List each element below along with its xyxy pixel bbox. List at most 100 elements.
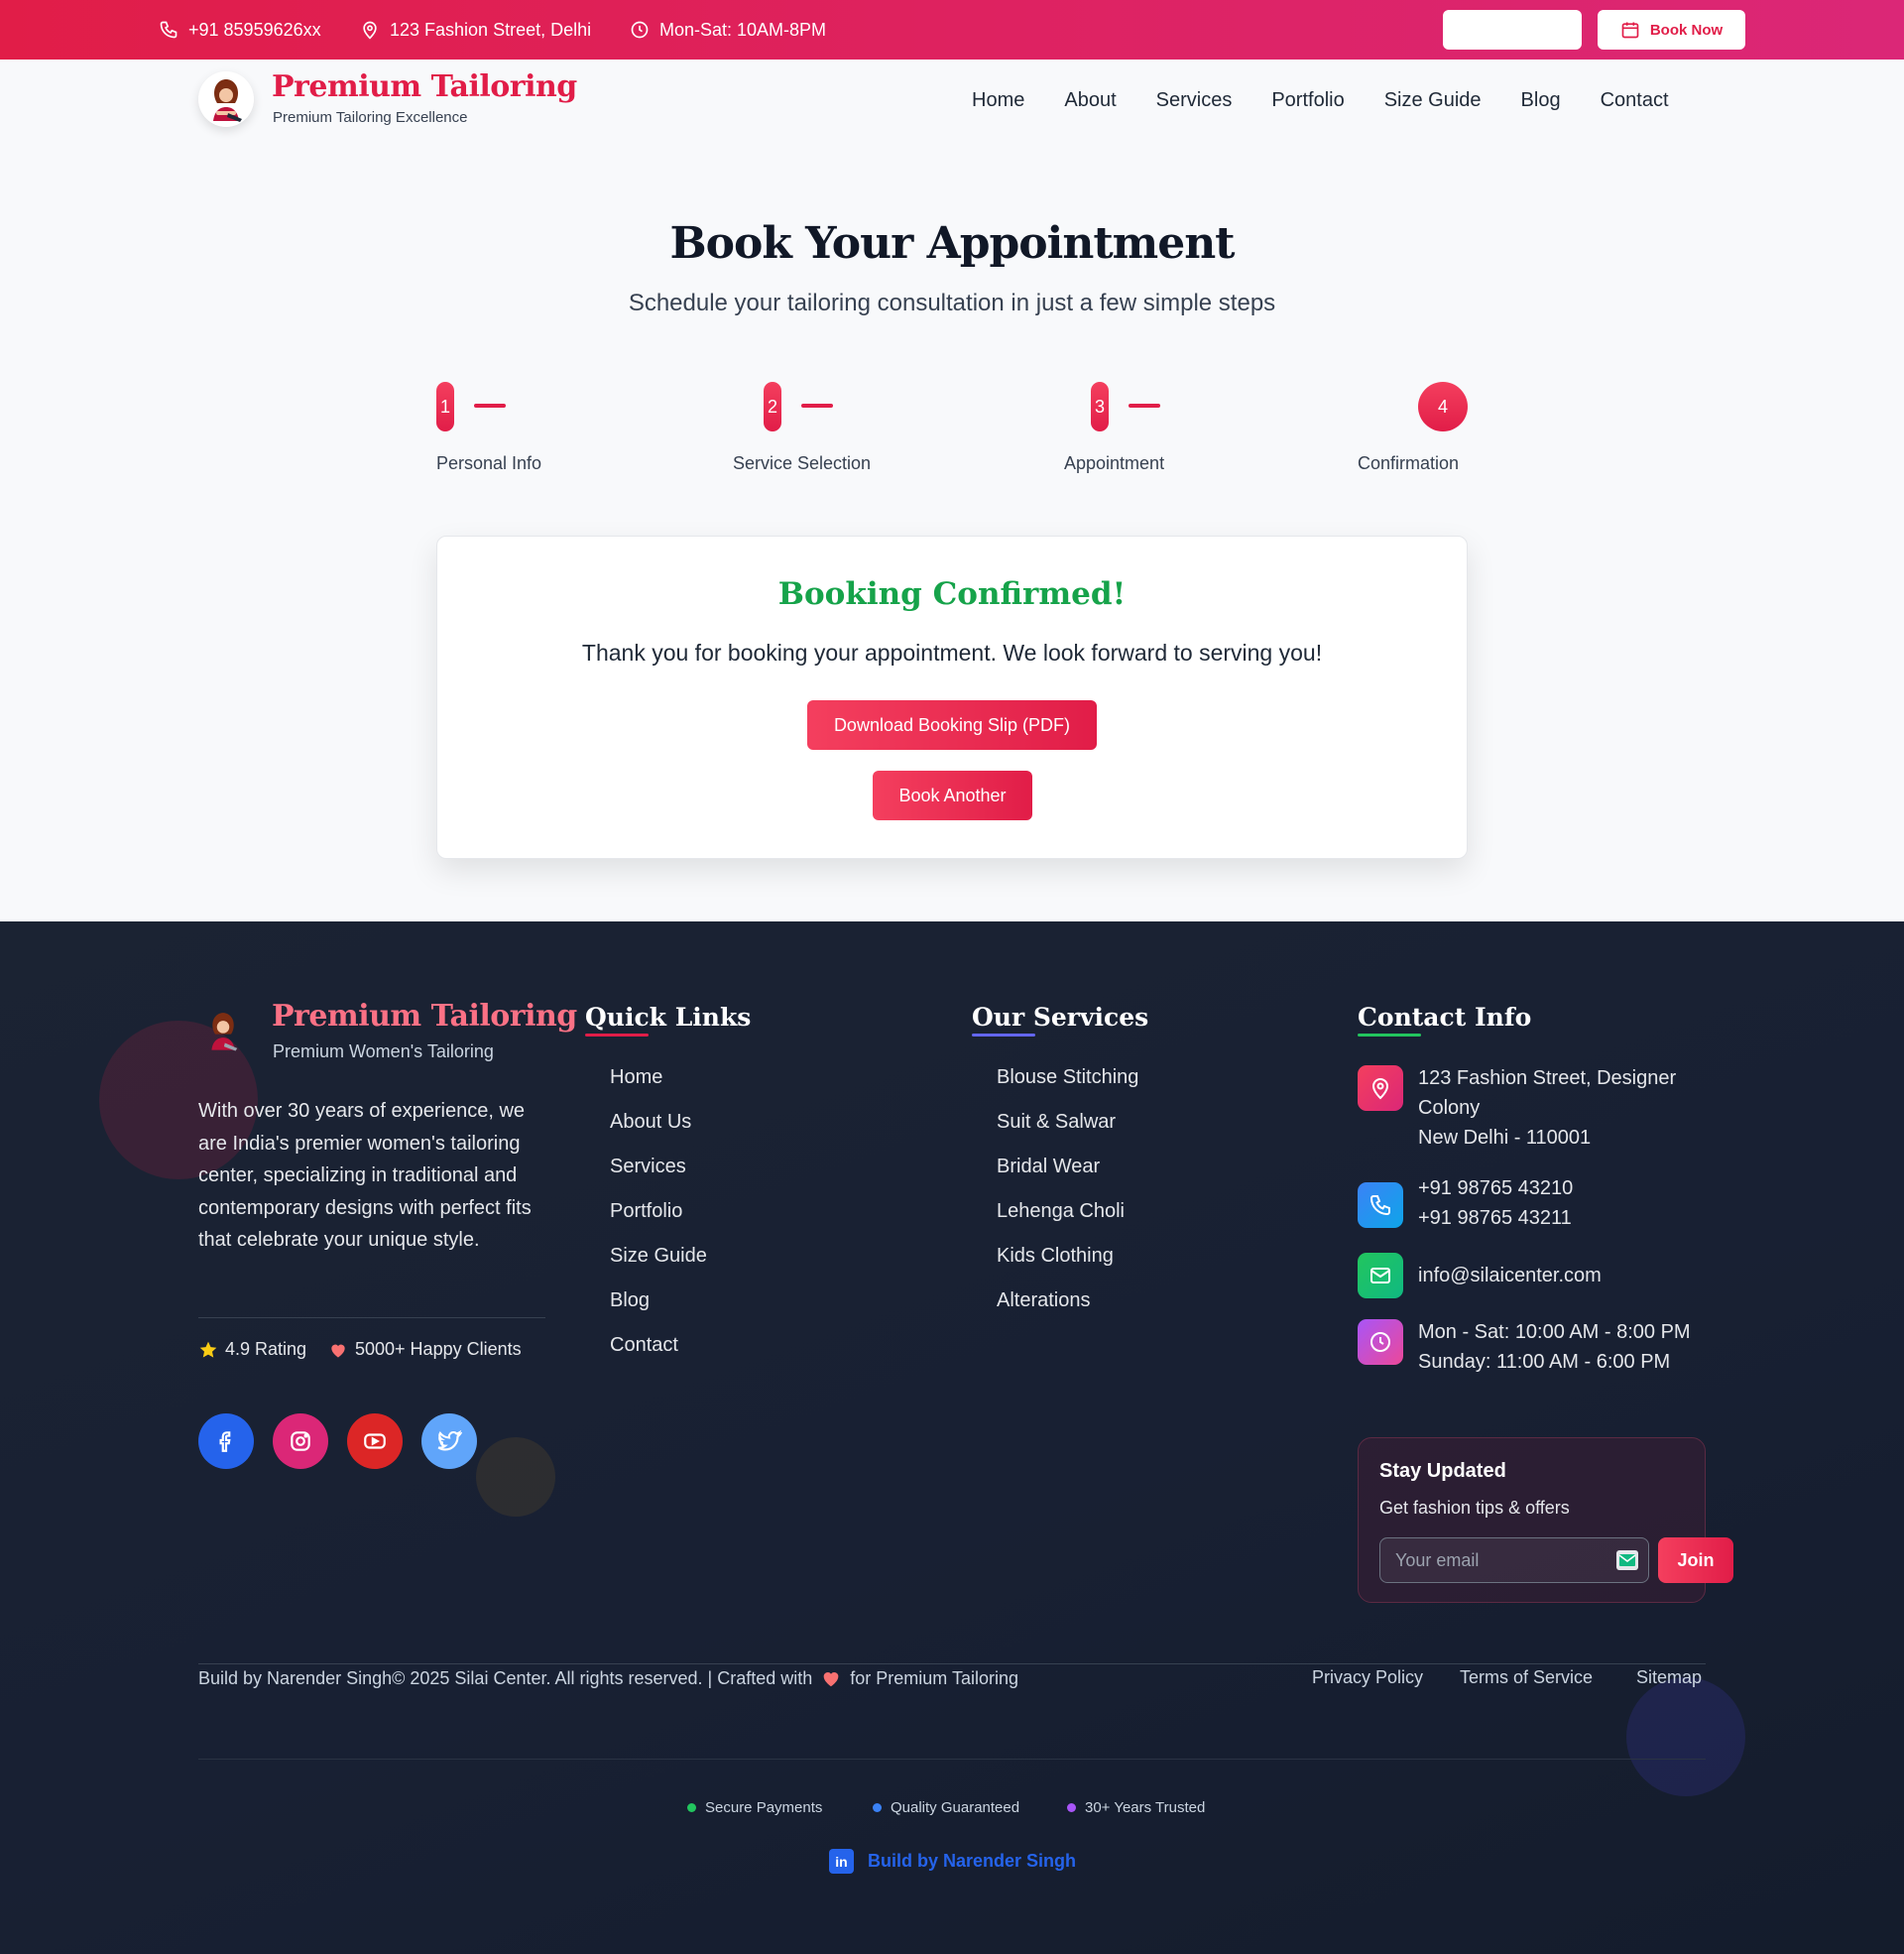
phone-2[interactable]: +91 98765 43211 [1418,1203,1706,1233]
step-3-connector [1129,404,1160,408]
nav-about[interactable]: About [1064,89,1116,112]
footer-link-blog[interactable]: Blog [610,1289,650,1312]
step-1-label: Personal Info [436,453,542,473]
linkedin-icon: in [829,1849,854,1874]
facebook-button[interactable] [198,1413,254,1469]
rating-badge: 4.9 Rating [198,1339,306,1360]
book-another-button[interactable]: Book Another [873,771,1032,820]
step-1-badge[interactable]: 1 [436,382,454,431]
nav-portfolio[interactable]: Portfolio [1271,89,1344,112]
footer-link-contact[interactable]: Contact [610,1334,678,1357]
terms-link[interactable]: Terms of Service [1460,1667,1593,1688]
sitemap-link[interactable]: Sitemap [1636,1667,1702,1688]
trust-secure-label: Secure Payments [705,1799,823,1816]
decorative-circle [476,1437,555,1517]
footer-logo-image[interactable] [198,1006,248,1055]
twitter-icon [437,1429,462,1451]
book-now-label: Book Now [1649,21,1724,39]
rating-text: 4.9 Rating [225,1339,307,1359]
step-3-badge[interactable]: 3 [1091,382,1109,431]
heart-icon [331,1344,345,1357]
contact-heading: Contact Info [1358,1003,1532,1032]
hours-line-2: Sunday: 11:00 AM - 6:00 PM [1418,1351,1671,1373]
newsletter-email-input[interactable] [1379,1537,1649,1583]
step-3-label: Appointment [1064,453,1165,473]
copyright-suffix: for Premium Tailoring [850,1667,1018,1688]
topbar-phone[interactable]: +91 85959626xx [159,0,321,60]
main-nav: Home About Services Portfolio Size Guide… [972,60,1669,141]
address-icon-box [1358,1065,1403,1111]
topbar-hours-text: Mon-Sat: 10AM-8PM [659,19,827,40]
footer-link-services[interactable]: Services [610,1156,686,1178]
footer-link-size-guide[interactable]: Size Guide [610,1245,707,1268]
email-icon-box [1358,1253,1403,1298]
twitter-button[interactable] [421,1413,477,1469]
newsletter-box: Stay Updated Get fashion tips & offers J… [1358,1437,1733,1603]
topbar-blank-button[interactable] [1443,10,1582,50]
clients-badge: 5000+ Happy Clients [328,1339,522,1360]
step-4-label: Confirmation [1358,453,1460,473]
copyright: Build by Narender Singh© 2025 Silai Cent… [198,1667,1018,1689]
copyright-text: Build by Narender Singh© 2025 Silai Cent… [198,1667,813,1688]
book-now-button[interactable]: Book Now [1598,10,1745,50]
youtube-button[interactable] [347,1413,403,1469]
trust-dot [687,1803,696,1812]
phone-icon [1369,1195,1390,1216]
tailor-illustration [211,1013,238,1051]
star-icon [199,1341,217,1358]
instagram-button[interactable] [273,1413,328,1469]
hours-icon-box [1358,1319,1403,1365]
footer-brand-name[interactable]: Premium Tailoring [272,999,577,1034]
clock-icon [631,21,649,39]
phone-1[interactable]: +91 98765 43210 [1418,1173,1706,1203]
footer-link-home[interactable]: Home [610,1066,662,1089]
tailor-illustration [198,71,254,127]
nav-contact[interactable]: Contact [1601,89,1669,112]
instagram-icon [291,1431,310,1451]
footer-service-bridal[interactable]: Bridal Wear [997,1156,1100,1178]
privacy-policy-link[interactable]: Privacy Policy [1312,1667,1423,1688]
contact-underline [1358,1034,1421,1037]
confirmation-title: Booking Confirmed! [777,576,1127,612]
step-2-connector [801,404,833,408]
footer-service-lehenga[interactable]: Lehenga Choli [997,1200,1125,1223]
nav-size-guide[interactable]: Size Guide [1384,89,1482,112]
top-bar: +91 85959626xx 123 Fashion Street, Delhi… [0,0,1904,60]
nav-blog[interactable]: Blog [1521,89,1561,112]
download-slip-button[interactable]: Download Booking Slip (PDF) [807,700,1097,750]
footer-service-alterations[interactable]: Alterations [997,1289,1091,1312]
nav-home[interactable]: Home [972,89,1024,112]
brand-name[interactable]: Premium Tailoring [272,69,577,104]
footer-service-blouse[interactable]: Blouse Stitching [997,1066,1138,1089]
page-title: Book Your Appointment [669,218,1235,269]
trust-dot [1067,1803,1076,1812]
step-4-badge[interactable]: 4 [1418,382,1468,431]
footer-link-about[interactable]: About Us [610,1111,691,1134]
heart-icon [823,1672,839,1687]
footer-link-portfolio[interactable]: Portfolio [610,1200,682,1223]
page-subtitle: Schedule your tailoring consultation in … [628,290,1276,316]
step-2-badge[interactable]: 2 [764,382,781,431]
nav-services[interactable]: Services [1156,89,1233,112]
footer-service-suit[interactable]: Suit & Salwar [997,1111,1116,1134]
services-underline [972,1034,1035,1037]
confirmation-message: Thank you for booking your appointment. … [581,640,1323,666]
contact-email[interactable]: info@silaicenter.com [1418,1261,1706,1290]
built-by-link[interactable]: in Build by Narender Singh [829,1849,1076,1874]
newsletter-join-button[interactable]: Join [1658,1537,1733,1583]
clients-text: 5000+ Happy Clients [355,1339,522,1359]
facebook-icon [219,1431,231,1452]
decorative-circle [1626,1677,1745,1796]
map-pin-icon [363,21,377,40]
logo-image[interactable] [198,71,254,127]
trust-quality: Quality Guaranteed [873,1799,1019,1816]
footer-service-kids[interactable]: Kids Clothing [997,1245,1114,1268]
trust-secure: Secure Payments [687,1799,822,1816]
footer-about-divider [198,1317,545,1318]
mail-icon [1616,1550,1638,1570]
step-2-label: Service Selection [733,453,872,473]
footer: Premium Tailoring Premium Women's Tailor… [0,921,1904,1954]
contact-hours: Mon - Sat: 10:00 AM - 8:00 PM Sunday: 11… [1418,1317,1701,1377]
youtube-icon [364,1433,386,1449]
topbar-hours: Mon-Sat: 10AM-8PM [630,0,826,60]
